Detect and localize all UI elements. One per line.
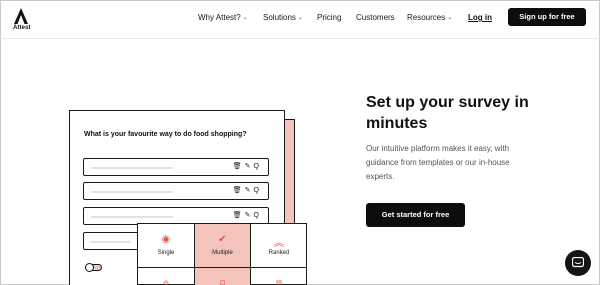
placeholder-line: [91, 191, 173, 193]
chat-icon: [572, 257, 584, 268]
nav-label: Customers: [356, 13, 395, 22]
logo-text: Attest: [13, 25, 31, 31]
hero-title: Set up your survey in minutes: [366, 94, 529, 132]
answer-option: 🗑✎Q: [83, 158, 269, 176]
question-type-single[interactable]: ◉ Single ⊖: [138, 224, 195, 285]
toggle-knob: [85, 263, 94, 272]
trash-icon: 🗑: [232, 163, 245, 170]
nav-resources[interactable]: Resources ⌄: [407, 13, 452, 22]
question-type-multiple[interactable]: ✔ Multiple ⊡: [195, 224, 251, 285]
text-icon: ⊖: [163, 280, 169, 285]
survey-question: What is your favourite way to do food sh…: [84, 131, 247, 138]
signup-button[interactable]: Sign up for free: [508, 8, 586, 26]
question-type-ranked[interactable]: ︽ Ranked ▥: [251, 224, 307, 285]
question-type-label: Multiple: [212, 250, 233, 256]
placeholder-line: [91, 241, 131, 243]
get-started-button[interactable]: Get started for free: [366, 203, 465, 227]
pin-icon: ✎: [244, 187, 254, 194]
option-actions: 🗑✎Q: [233, 211, 262, 219]
chat-widget-button[interactable]: [565, 250, 591, 276]
trash-icon: 🗑: [232, 187, 245, 194]
pin-icon: ✎: [244, 212, 254, 219]
placeholder-line: [91, 167, 173, 169]
chevrons-up-icon: ︽: [274, 238, 284, 249]
toggle-switch: [85, 263, 102, 272]
login-link[interactable]: Log in: [468, 13, 492, 22]
chevron-down-icon: ⌄: [242, 15, 248, 21]
nav-label: Why Attest?: [198, 13, 241, 22]
answer-option: 🗑✎Q: [83, 182, 269, 200]
header-divider: [0, 38, 600, 39]
answer-option: [83, 232, 143, 250]
image-icon: ⊡: [219, 280, 226, 285]
nav-customers[interactable]: Customers: [356, 13, 395, 22]
question-type-label: Ranked: [268, 250, 290, 256]
nav-solutions[interactable]: Solutions ⌄: [263, 13, 303, 22]
pin-icon: ✎: [244, 163, 254, 170]
chevron-down-icon: ⌄: [447, 15, 453, 21]
nav-label: Resources: [407, 13, 446, 22]
hero-description: Our intuitive platform makes it easy, wi…: [366, 144, 510, 181]
grid-icon: ▥: [275, 280, 283, 285]
question-type-label: Single: [157, 250, 175, 256]
search-icon: Q: [253, 187, 262, 194]
placeholder-line: [91, 216, 173, 218]
radio-icon: ◉: [161, 234, 171, 245]
chevron-down-icon: ⌄: [297, 15, 303, 21]
question-type-picker: ◉ Single ⊖ ✔ Multiple ⊡ ︽ Ranked ▥: [137, 223, 307, 285]
cell-top: [195, 224, 250, 268]
search-icon: Q: [253, 163, 262, 170]
nav-label: Pricing: [317, 13, 342, 22]
search-icon: Q: [253, 212, 262, 219]
nav-pricing[interactable]: Pricing: [317, 13, 341, 22]
trash-icon: 🗑: [232, 212, 245, 219]
nav-label: Solutions: [263, 13, 296, 22]
option-actions: 🗑✎Q: [233, 186, 262, 194]
cell-top: [138, 224, 194, 268]
option-actions: 🗑✎Q: [233, 162, 262, 170]
check-icon: ✔: [218, 234, 227, 245]
nav-why-attest[interactable]: Why Attest? ⌄: [198, 13, 248, 22]
